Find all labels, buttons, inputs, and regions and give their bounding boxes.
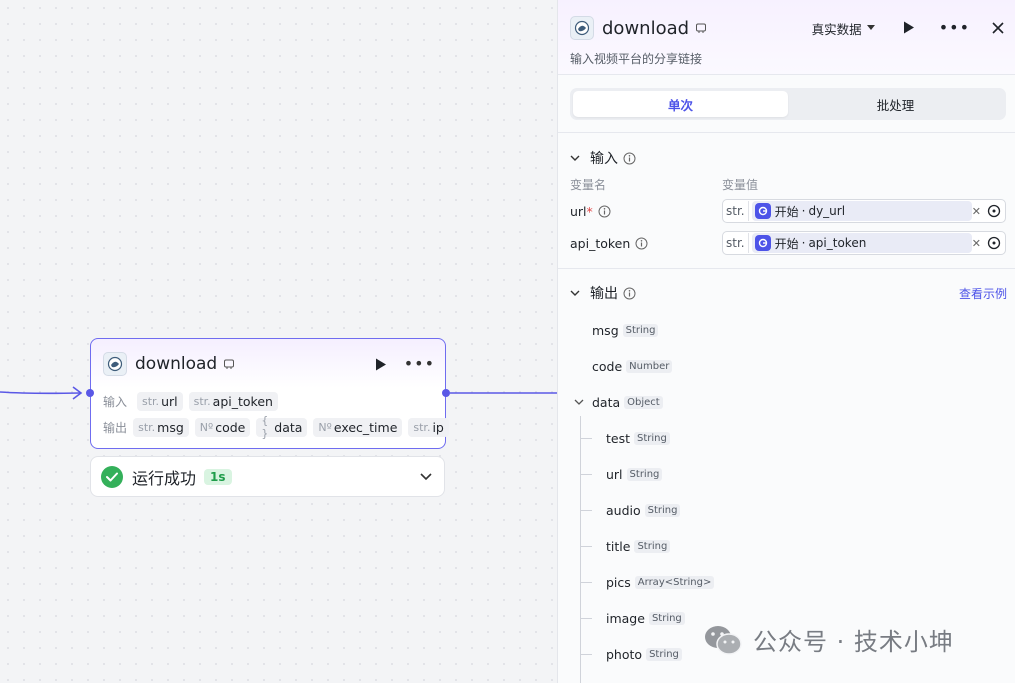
plugin-badge-icon bbox=[696, 23, 707, 33]
tree-branch bbox=[580, 618, 592, 619]
node-output-tag: Nº exec_time bbox=[313, 417, 403, 437]
info-icon bbox=[623, 152, 636, 164]
close-icon[interactable] bbox=[992, 22, 1004, 34]
play-icon bbox=[375, 358, 386, 370]
chevron-down-icon bbox=[570, 155, 580, 161]
column-header-var-value: 变量值 bbox=[722, 178, 759, 192]
variable-reference[interactable]: 开始 · dy_url bbox=[751, 201, 972, 221]
node-output-tag: { } data bbox=[256, 414, 308, 440]
output-field-msg: msg String bbox=[592, 320, 659, 340]
output-section-title: 输出 bbox=[590, 286, 618, 302]
watermark: 公众号 · 技术小坤 bbox=[703, 622, 954, 657]
info-icon bbox=[623, 287, 636, 299]
tree-branch bbox=[580, 654, 592, 655]
node-detail-panel: download 真实数据 ••• 输入视频平台的分享链接 单次 批处理 输入 bbox=[557, 0, 1015, 683]
chevron-down-icon[interactable] bbox=[420, 472, 432, 481]
tree-branch bbox=[580, 438, 592, 439]
incoming-edge bbox=[0, 391, 81, 395]
run-status-text: 运行成功 bbox=[132, 468, 197, 488]
panel-more-button[interactable]: ••• bbox=[939, 20, 970, 36]
node-header: download ••• bbox=[103, 351, 435, 377]
output-child-field: test String bbox=[606, 428, 670, 448]
start-node-icon bbox=[754, 203, 771, 219]
param-name: url * bbox=[570, 204, 611, 219]
output-child-field: url String bbox=[606, 464, 663, 484]
tree-branch bbox=[580, 510, 592, 511]
node-input-tag: str. url bbox=[137, 391, 183, 411]
node-input-label: 输入 bbox=[103, 394, 128, 409]
plugin-badge-icon bbox=[224, 359, 235, 369]
tree-branch bbox=[580, 546, 592, 547]
input-port[interactable] bbox=[86, 389, 94, 397]
run-duration-badge: 1s bbox=[204, 468, 232, 485]
node-inputs-row: 输入 str. url str. api_token bbox=[103, 391, 278, 411]
caret-down-icon bbox=[866, 25, 875, 30]
chevron-down-icon bbox=[570, 290, 580, 296]
panel-header: download 真实数据 ••• 输入视频平台的分享链接 bbox=[558, 0, 1015, 75]
run-mode-tabs: 单次 批处理 bbox=[570, 88, 1006, 120]
play-icon bbox=[903, 21, 914, 33]
output-child-field: title String bbox=[606, 536, 671, 556]
start-node-icon bbox=[754, 235, 771, 251]
tree-line bbox=[580, 416, 581, 683]
node-input-tag: str. api_token bbox=[188, 391, 278, 411]
node-outputs-row: 输出 str. msg Nº code { } data Nº exec_time st… bbox=[103, 414, 449, 440]
divider bbox=[558, 268, 1015, 269]
output-child-field: pics Array<String> bbox=[606, 572, 715, 592]
variable-reference[interactable]: 开始 · api_token bbox=[751, 233, 972, 253]
success-check-icon bbox=[101, 465, 123, 488]
tab-single[interactable]: 单次 bbox=[573, 91, 788, 117]
panel-description: 输入视频平台的分享链接 bbox=[570, 52, 703, 66]
incoming-edge-arrow bbox=[72, 386, 83, 400]
param-value-api-token[interactable]: str. 开始 · api_token ✕ bbox=[722, 231, 1006, 255]
divider bbox=[558, 132, 1015, 133]
output-port[interactable] bbox=[442, 389, 450, 397]
plugin-icon bbox=[570, 16, 594, 40]
tree-branch bbox=[580, 474, 592, 475]
tab-batch[interactable]: 批处理 bbox=[788, 91, 1003, 117]
param-name: api_token bbox=[570, 236, 648, 251]
clear-icon[interactable]: ✕ bbox=[972, 205, 981, 218]
chevron-down-icon bbox=[574, 399, 584, 405]
output-child-field: image String bbox=[606, 608, 685, 628]
node-run-button[interactable] bbox=[374, 357, 388, 371]
panel-run-button[interactable] bbox=[903, 19, 915, 38]
download-node[interactable]: download ••• 输入 str. url str. api_token 输出… bbox=[86, 338, 450, 449]
input-section-title: 输入 bbox=[590, 151, 618, 167]
output-child-field: photo String bbox=[606, 644, 682, 664]
param-value-url[interactable]: str. 开始 · dy_url ✕ bbox=[722, 199, 1006, 223]
view-example-link[interactable]: 查看示例 bbox=[959, 285, 1007, 302]
node-output-tag: str. msg bbox=[133, 417, 189, 437]
output-field-data[interactable]: data Object bbox=[574, 392, 663, 412]
node-output-tag: Nº code bbox=[194, 417, 251, 437]
column-header-var-name: 变量名 bbox=[570, 178, 607, 192]
output-field-code: code Number bbox=[592, 356, 673, 376]
node-output-label: 输出 bbox=[103, 420, 128, 435]
node-more-button[interactable]: ••• bbox=[404, 356, 435, 372]
plugin-icon bbox=[103, 352, 127, 376]
watermark-text: 公众号 · 技术小坤 bbox=[753, 628, 954, 656]
input-section-header[interactable]: 输入 bbox=[570, 148, 636, 168]
info-icon bbox=[598, 205, 611, 217]
clear-icon[interactable]: ✕ bbox=[972, 237, 981, 250]
data-mode-select[interactable]: 真实数据 bbox=[812, 19, 875, 38]
node-output-tag: str. ip bbox=[408, 417, 449, 437]
run-result-card[interactable]: 运行成功 1s bbox=[90, 456, 445, 497]
info-icon bbox=[635, 237, 648, 249]
data-mode-label: 真实数据 bbox=[811, 21, 862, 37]
wechat-icon bbox=[705, 625, 742, 655]
output-child-field: audio String bbox=[606, 500, 681, 520]
tree-branch bbox=[580, 582, 592, 583]
target-icon[interactable] bbox=[987, 204, 1001, 218]
target-icon[interactable] bbox=[987, 236, 1001, 250]
param-type: str. bbox=[725, 201, 749, 221]
param-type: str. bbox=[725, 233, 749, 253]
panel-title: download bbox=[602, 17, 690, 39]
output-section-header[interactable]: 输出 bbox=[570, 283, 636, 303]
node-title: download bbox=[135, 354, 218, 374]
